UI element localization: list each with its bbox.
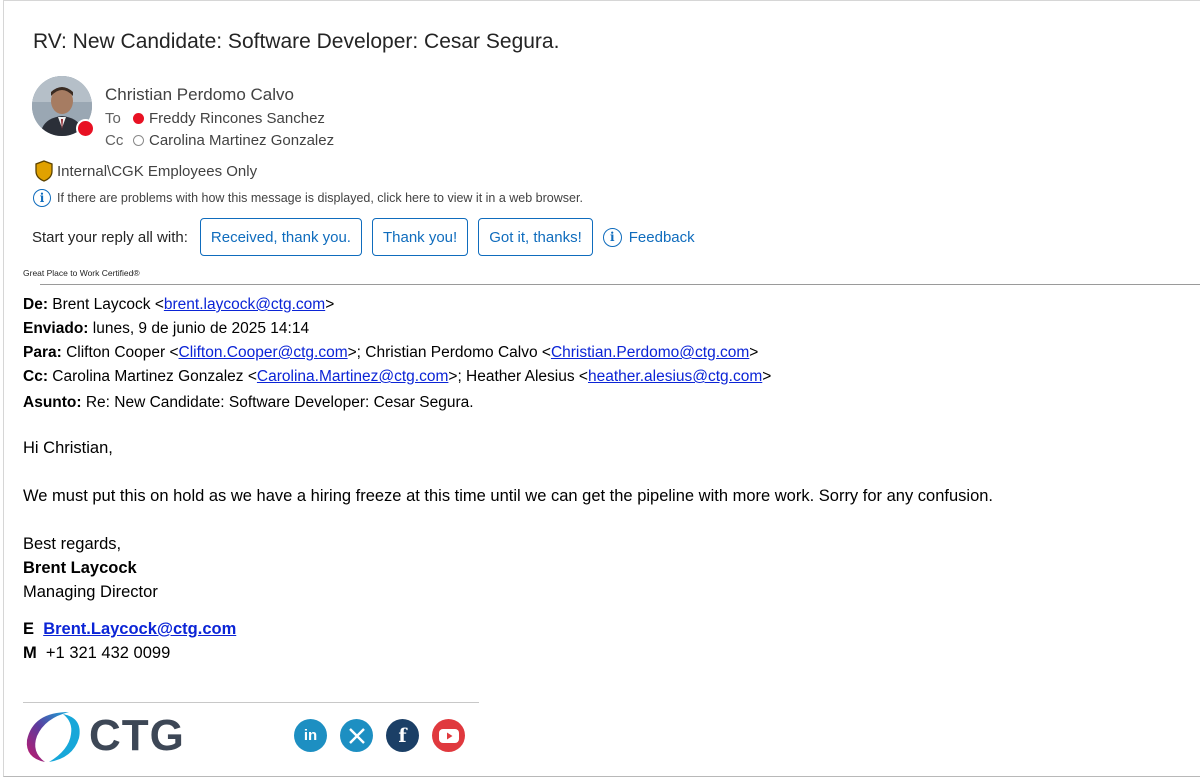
asunto-value: Re: New Candidate: Software Developer: C… [85, 394, 474, 411]
to-row: To Freddy Rincones Sanchez [105, 110, 325, 127]
info-icon: i [33, 189, 51, 207]
presence-busy-indicator [76, 119, 95, 138]
cc-email-link-1[interactable]: Carolina.Martinez@ctg.com [257, 368, 448, 385]
x-twitter-icon[interactable] [340, 719, 373, 752]
from-email-link[interactable]: brent.laycock@ctg.com [164, 296, 325, 313]
forwarded-header: De: Brent Laycock <brent.laycock@ctg.com… [23, 293, 771, 415]
ctg-logo: CTG [23, 708, 185, 764]
cc-name-1: Carolina Martinez Gonzalez < [52, 368, 257, 385]
cc-name-2: >; Heather Alesius < [448, 368, 588, 385]
linkedin-icon[interactable]: in [294, 719, 327, 752]
to-name-2: >; Christian Perdomo Calvo < [347, 344, 551, 361]
youtube-play-icon [438, 728, 459, 743]
x-glyph-icon [348, 727, 365, 744]
cc-recipient[interactable]: Carolina Martinez Gonzalez [149, 132, 334, 149]
reply-thank-you-button[interactable]: Thank you! [371, 218, 469, 256]
facebook-icon[interactable]: f [386, 719, 419, 752]
signature-phone-line: M +1 321 432 0099 [23, 641, 236, 665]
forwarded-cc-line: Cc: Carolina Martinez Gonzalez <Carolina… [23, 368, 772, 385]
ctg-logo-text: CTG [89, 711, 185, 760]
body-paragraph: We must put this on hold as we have a hi… [23, 487, 994, 505]
forwarded-subject-line: Asunto: Re: New Candidate: Software Deve… [23, 391, 771, 415]
cc-header-label: Cc: [23, 368, 48, 385]
signature-contact: E Brent.Laycock@ctg.com M +1 321 432 009… [23, 617, 236, 665]
to-name-1: Clifton Cooper < [66, 344, 179, 361]
para-label: Para: [23, 344, 62, 361]
signature-divider [23, 702, 479, 703]
email-label: E [23, 620, 35, 638]
forwarded-from-line: De: Brent Laycock <brent.laycock@ctg.com… [23, 296, 335, 313]
from-label: De: [23, 296, 48, 313]
from-name: Brent Laycock < [52, 296, 164, 313]
divider [40, 284, 1200, 285]
feedback-link[interactable]: i Feedback [602, 227, 695, 247]
signature-phone: +1 321 432 0099 [45, 644, 171, 662]
sent-label: Enviado: [23, 320, 89, 337]
to-recipient[interactable]: Freddy Rincones Sanchez [149, 110, 325, 127]
body-closing: Best regards, [23, 535, 122, 553]
cc-row: Cc Carolina Martinez Gonzalez [105, 132, 334, 149]
gptw-badge-text: Great Place to Work Certified® [23, 268, 140, 278]
signature-email-line: E Brent.Laycock@ctg.com [23, 617, 236, 641]
sender-name[interactable]: Christian Perdomo Calvo [105, 85, 294, 105]
forwarded-to-line: Para: Clifton Cooper <Clifton.Cooper@ctg… [23, 344, 759, 361]
web-view-notice-text: If there are problems with how this mess… [57, 191, 583, 205]
cc-label: Cc [105, 132, 124, 149]
forwarded-sent-line: Enviado: lunes, 9 de junio de 2025 14:14 [23, 317, 771, 341]
to-email-link-1[interactable]: Clifton.Cooper@ctg.com [179, 344, 348, 361]
sensitivity-text: Internal\CGK Employees Only [57, 162, 258, 180]
message-subject: RV: New Candidate: Software Developer: C… [33, 30, 560, 53]
signature-title: Managing Director [23, 583, 158, 601]
web-view-notice[interactable]: i If there are problems with how this me… [33, 189, 583, 207]
signature-email-link[interactable]: Brent.Laycock@ctg.com [43, 620, 236, 638]
to-label: To [105, 110, 121, 127]
sent-value: lunes, 9 de junio de 2025 14:14 [92, 320, 310, 337]
asunto-label: Asunto: [23, 394, 82, 411]
reply-got-it-button[interactable]: Got it, thanks! [478, 218, 593, 256]
youtube-icon[interactable] [432, 719, 465, 752]
signature-name: Brent Laycock [23, 559, 137, 577]
sensitivity-label[interactable]: Internal\CGK Employees Only [34, 160, 257, 182]
presence-offline-icon [133, 135, 144, 146]
phone-label: M [23, 644, 37, 662]
shield-icon [35, 160, 53, 182]
presence-busy-icon [133, 113, 144, 124]
body-greeting: Hi Christian, [23, 439, 113, 457]
reply-received-button[interactable]: Received, thank you. [199, 218, 362, 256]
feedback-label: Feedback [628, 228, 695, 246]
cc-email-link-2[interactable]: heather.alesius@ctg.com [588, 368, 762, 385]
to-email-link-2[interactable]: Christian.Perdomo@ctg.com [551, 344, 749, 361]
ctg-swoosh-icon [26, 712, 80, 762]
suggested-replies: Start your reply all with: Received, tha… [32, 217, 695, 257]
suggested-replies-label: Start your reply all with: [32, 228, 188, 246]
info-icon: i [602, 227, 622, 247]
